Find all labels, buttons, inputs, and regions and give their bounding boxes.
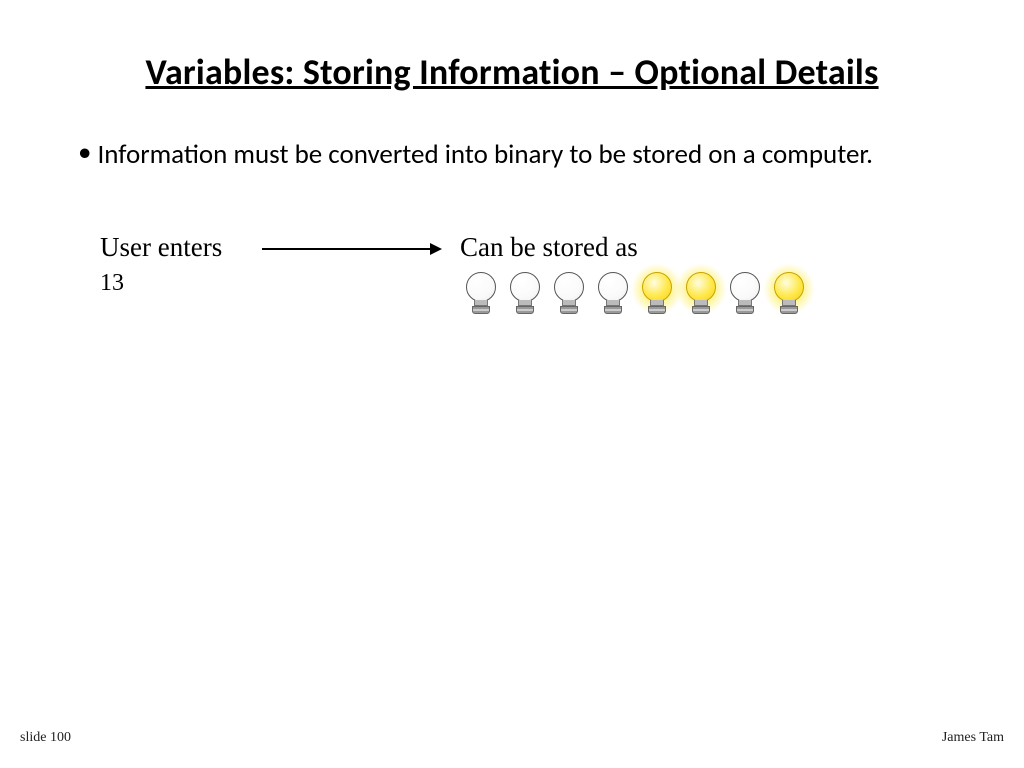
author-name: James Tam: [942, 730, 1004, 746]
stored-as-label: Can be stored as: [460, 232, 638, 263]
slide: Variables: Storing Information – Optiona…: [0, 0, 1024, 768]
bulb-off-icon: [460, 268, 502, 318]
user-enters-label: User enters: [100, 232, 222, 263]
bulb-on-icon: [680, 268, 722, 318]
bulb-on-icon: [636, 268, 678, 318]
bulb-on-icon: [768, 268, 810, 318]
slide-number: slide 100: [20, 730, 71, 746]
bulb-off-icon: [548, 268, 590, 318]
arrow-icon: [262, 245, 442, 253]
bullet-marker: •: [78, 138, 91, 168]
bulb-off-icon: [724, 268, 766, 318]
bullet-text: Information must be converted into binar…: [97, 138, 872, 171]
user-enters-value: 13: [100, 270, 124, 297]
bullet-point: •Information must be converted into bina…: [78, 138, 964, 172]
slide-title: Variables: Storing Information – Optiona…: [0, 50, 1024, 94]
bulb-off-icon: [592, 268, 634, 318]
bulb-row: [460, 268, 810, 318]
bulb-off-icon: [504, 268, 546, 318]
